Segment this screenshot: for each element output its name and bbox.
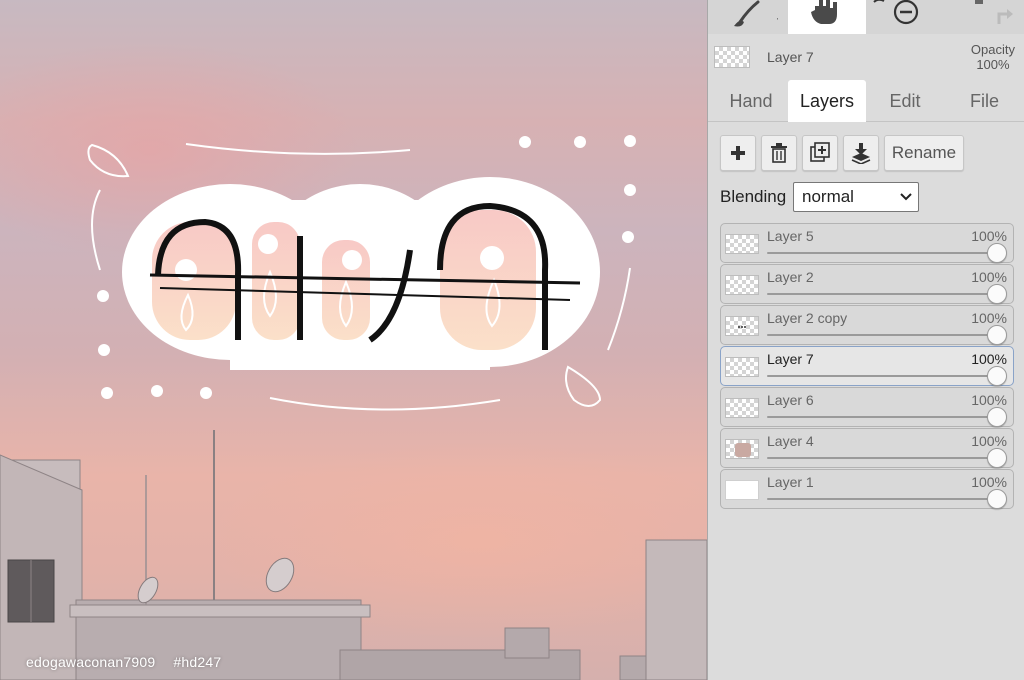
tab-hand[interactable]: Hand — [712, 80, 790, 122]
layer-name: Layer 2 — [767, 269, 814, 285]
layer-row[interactable]: Layer 1 100% — [720, 469, 1014, 509]
watermark-tag: #hd247 — [173, 654, 222, 670]
buildings — [0, 430, 707, 680]
opacity-slider-track[interactable] — [767, 252, 997, 254]
layer-thumbnail — [725, 234, 759, 254]
opacity-label: Opacity — [970, 42, 1015, 57]
current-layer-opacity[interactable]: Opacity 100% — [971, 42, 1015, 72]
rename-layer-button[interactable]: Rename — [884, 135, 964, 171]
opacity-slider-handle[interactable] — [987, 243, 1007, 263]
opacity-slider-handle[interactable] — [987, 284, 1007, 304]
chevron-down-icon — [900, 193, 912, 201]
layer-name: Layer 2 copy — [767, 310, 848, 326]
redo-icon — [974, 0, 1013, 24]
current-layer-name: Layer 7 — [767, 49, 814, 65]
delete-layer-button[interactable] — [761, 135, 797, 171]
layer-opacity: 100% — [971, 474, 1007, 490]
layer-thumbnail — [725, 316, 759, 336]
opacity-slider-handle[interactable] — [987, 448, 1007, 468]
tab-layers[interactable]: Layers — [788, 80, 866, 122]
tab-edit[interactable]: Edit — [866, 80, 944, 122]
layer-opacity: 100% — [971, 310, 1007, 326]
opacity-slider-track[interactable] — [767, 334, 997, 336]
plus-icon — [731, 146, 745, 160]
opacity-slider-track[interactable] — [767, 293, 997, 295]
zoom-out-icon — [873, 0, 919, 25]
layer-thumbnail-content — [735, 443, 751, 457]
opacity-slider-track[interactable] — [767, 457, 997, 459]
layer-thumbnail-content — [738, 326, 746, 328]
tab-file[interactable]: File — [944, 80, 1024, 122]
hand-icon — [811, 0, 837, 24]
layer-opacity: 100% — [971, 228, 1007, 244]
layer-name: Layer 5 — [767, 228, 814, 244]
duplicate-layer-button[interactable] — [802, 135, 838, 171]
drawing-canvas[interactable]: edogawaconan7909 #hd247 — [0, 0, 707, 680]
merge-down-icon — [851, 143, 871, 164]
opacity-slider-track[interactable] — [767, 498, 997, 500]
trash-icon — [771, 143, 787, 163]
blending-value: normal — [802, 187, 854, 206]
current-layer-thumbnail — [714, 46, 750, 68]
canvas-artwork — [0, 135, 707, 680]
layer-row[interactable]: Layer 2 copy 100% — [720, 305, 1014, 345]
layer-row[interactable]: Layer 6 100% — [720, 387, 1014, 427]
opacity-slider-handle[interactable] — [987, 366, 1007, 386]
side-panel: Layer 7 Opacity 100% Hand Layers Edit Fi… — [707, 0, 1024, 680]
redo-tool-button[interactable] — [948, 0, 1024, 34]
layer-thumbnail — [725, 480, 759, 500]
watermark: edogawaconan7909 #hd247 — [26, 654, 221, 670]
layer-opacity: 100% — [971, 269, 1007, 285]
panel-tabs: Hand Layers Edit File — [708, 80, 1024, 122]
layer-thumbnail — [725, 357, 759, 377]
merge-down-button[interactable] — [843, 135, 879, 171]
opacity-slider-handle[interactable] — [987, 489, 1007, 509]
layer-row[interactable]: Layer 2 100% — [720, 264, 1014, 304]
blending-label: Blending — [720, 187, 787, 206]
watermark-author: edogawaconan7909 — [26, 654, 156, 670]
satellite-dishes — [137, 557, 295, 604]
zoom-tool-button[interactable] — [868, 0, 938, 34]
tool-bar — [708, 0, 1024, 34]
brush-icon — [734, 0, 778, 27]
blending-select[interactable]: normal — [793, 182, 919, 212]
layer-opacity: 100% — [971, 351, 1007, 367]
layer-name: Layer 1 — [767, 474, 814, 490]
opacity-slider-track[interactable] — [767, 375, 997, 377]
current-layer-header: Layer 7 Opacity 100% — [708, 40, 1024, 76]
layer-opacity: 100% — [971, 433, 1007, 449]
add-layer-button[interactable] — [720, 135, 756, 171]
layer-row[interactable]: Layer 4 100% — [720, 428, 1014, 468]
hand-tool-button[interactable] — [788, 0, 866, 34]
layer-row-selected[interactable]: Layer 7 100% — [720, 346, 1014, 386]
brush-tool-button[interactable] — [708, 0, 788, 34]
layer-thumbnail — [725, 275, 759, 295]
duplicate-icon — [810, 142, 830, 162]
opacity-slider-track[interactable] — [767, 416, 997, 418]
layer-name: Layer 6 — [767, 392, 814, 408]
opacity-slider-handle[interactable] — [987, 407, 1007, 427]
opacity-value: 100% — [976, 57, 1010, 72]
layer-thumbnail — [725, 398, 759, 418]
layer-name: Layer 4 — [767, 433, 814, 449]
layer-thumbnail — [725, 439, 759, 459]
layer-row[interactable]: Layer 5 100% — [720, 223, 1014, 263]
layer-opacity: 100% — [971, 392, 1007, 408]
opacity-slider-handle[interactable] — [987, 325, 1007, 345]
layer-name: Layer 7 — [767, 351, 814, 367]
